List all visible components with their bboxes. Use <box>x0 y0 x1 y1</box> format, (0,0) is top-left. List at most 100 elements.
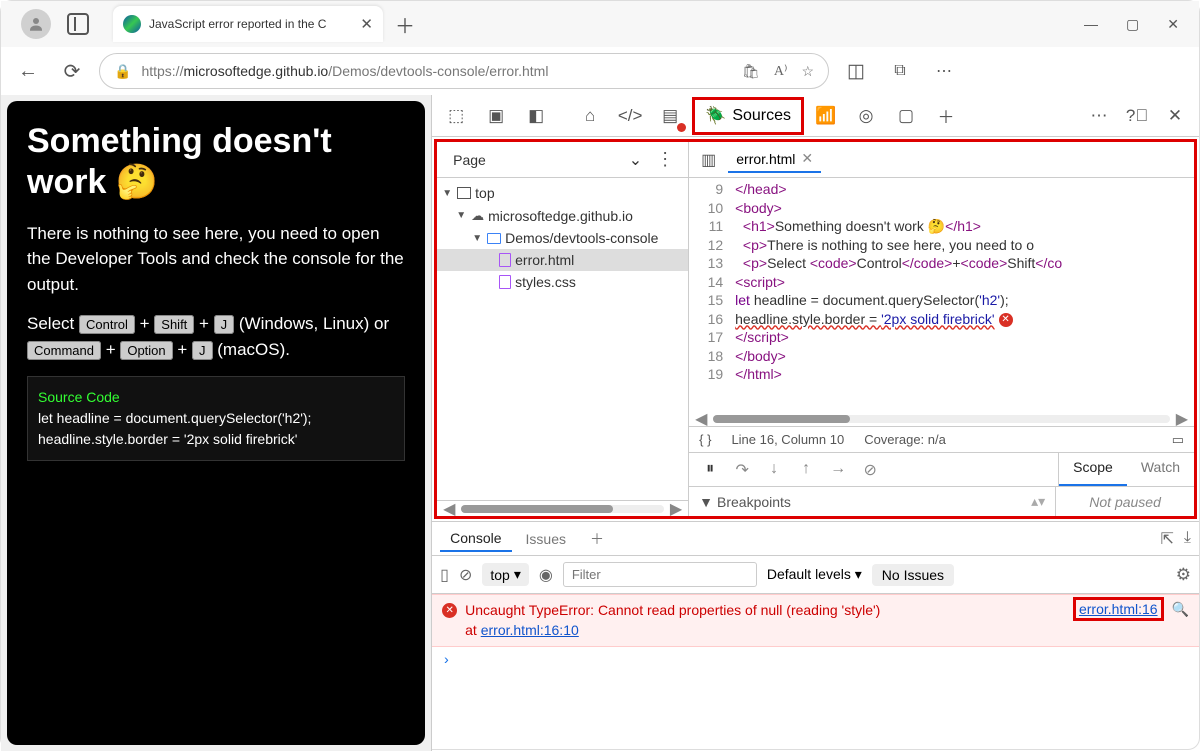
pretty-print-button[interactable]: { } <box>699 432 711 447</box>
navigator-column: Page ⋮ ▼top ▼microsoftedge.github.io ▼De… <box>437 142 689 516</box>
deactivate-breakpoints-button[interactable]: ⊘ <box>857 460 883 480</box>
url-protocol: https:// <box>141 63 183 79</box>
live-expression-icon[interactable]: ◉ <box>539 565 553 585</box>
show-editor-icon[interactable]: ▭ <box>1172 432 1184 448</box>
step-out-button[interactable]: ↑ <box>793 460 819 480</box>
scope-tab[interactable]: Scope <box>1059 453 1127 486</box>
editor-navigate-icon[interactable]: ▥ <box>695 150 722 170</box>
close-devtools-button[interactable]: ✕ <box>1157 98 1193 134</box>
welcome-tab-icon[interactable]: ⌂ <box>572 98 608 134</box>
dock-side-icon[interactable]: ◧ <box>518 98 554 134</box>
console-tab[interactable]: Console <box>440 526 511 552</box>
browser-tab[interactable]: JavaScript error reported in the C ✕ <box>113 6 383 42</box>
search-error-icon[interactable]: 🔍 <box>1172 601 1189 617</box>
sources-tab[interactable]: 🪲 Sources <box>692 97 804 135</box>
log-levels-dropdown[interactable]: Default levels ▾ <box>767 566 862 583</box>
page-dropdown[interactable]: Page <box>445 146 650 174</box>
no-issues-badge[interactable]: No Issues <box>872 564 954 586</box>
kbd-command: Command <box>27 341 101 360</box>
code-lines[interactable]: </head> <body> <h1>Something doesn't wor… <box>731 178 1194 412</box>
network-tab-icon[interactable]: 📶 <box>808 98 844 134</box>
inspect-element-icon[interactable]: ⬚ <box>438 98 474 134</box>
context-selector[interactable]: top ▾ <box>482 563 529 586</box>
console-settings-icon[interactable]: ⚙ <box>1176 565 1191 585</box>
back-button[interactable] <box>11 54 45 88</box>
pause-button[interactable]: ⏸ <box>697 460 723 480</box>
read-aloud-icon[interactable]: A⁾ <box>774 63 788 80</box>
webpage-viewport: Something doesn't work 🤔 There is nothin… <box>1 95 431 751</box>
device-toggle-icon[interactable]: ▣ <box>478 98 514 134</box>
code-label: Source Code <box>38 387 394 408</box>
console-prompt[interactable]: › <box>432 647 1199 675</box>
url-host: microsoftedge.github.io <box>183 63 328 79</box>
editor-column: ▥ error.html ✕ 910111213141516171819 </h… <box>689 142 1194 516</box>
add-drawer-tab-button[interactable]: ＋ <box>580 525 614 553</box>
workspaces-icon[interactable] <box>67 13 89 35</box>
browser-toolbar: 🔒 https://microsoftedge.github.io/Demos/… <box>1 47 1199 95</box>
watch-tab[interactable]: Watch <box>1127 453 1194 486</box>
breakpoints-section[interactable]: ▼ Breakpoints▴▾ <box>689 487 1055 516</box>
step-over-button[interactable]: ↷ <box>729 460 755 480</box>
split-screen-icon[interactable]: ◫ <box>839 54 873 88</box>
address-bar[interactable]: 🔒 https://microsoftedge.github.io/Demos/… <box>99 53 829 89</box>
editor-tab-error-html[interactable]: error.html ✕ <box>728 146 821 173</box>
window-titlebar: JavaScript error reported in the C ✕ ＋ —… <box>1 1 1199 47</box>
step-button[interactable]: → <box>825 460 851 480</box>
page-paragraph-2: Select Control + Shift + J (Windows, Lin… <box>27 311 405 362</box>
step-into-button[interactable]: ↓ <box>761 460 787 480</box>
tree-domain[interactable]: ▼microsoftedge.github.io <box>437 204 688 227</box>
frame-icon <box>457 187 471 199</box>
tree-top-frame[interactable]: ▼top <box>437 182 688 204</box>
performance-tab-icon[interactable]: ◎ <box>848 98 884 134</box>
window-close-button[interactable]: ✕ <box>1167 16 1179 33</box>
collections-icon[interactable]: ⧉ <box>883 54 917 88</box>
refresh-button[interactable] <box>55 54 89 88</box>
tree-file-styles-css[interactable]: styles.css <box>437 271 688 293</box>
expand-drawer-icon[interactable]: ⇱ <box>1161 529 1174 549</box>
code-editor[interactable]: 910111213141516171819 </head> <body> <h1… <box>689 178 1194 412</box>
error-source-link[interactable]: error.html:16 <box>1073 597 1164 621</box>
error-icon: ✕ <box>442 603 457 618</box>
settings-menu-button[interactable]: ⋯ <box>927 54 961 88</box>
clear-console-button[interactable]: ⊘ <box>459 565 472 585</box>
debugger-toolbar: ⏸ ↷ ↓ ↑ → ⊘ Scope Watch <box>689 452 1194 486</box>
more-tools-button[interactable]: ⋯ <box>1081 98 1117 134</box>
edge-favicon-icon <box>123 15 141 33</box>
filter-input[interactable] <box>563 562 757 587</box>
elements-tab-icon[interactable]: </> <box>612 98 648 134</box>
navigator-more-button[interactable]: ⋮ <box>650 149 680 170</box>
more-tabs-button[interactable]: ＋ <box>928 98 964 134</box>
page-heading: Something doesn't work 🤔 <box>27 121 405 203</box>
window-maximize-button[interactable]: ▢ <box>1126 16 1139 33</box>
console-drawer: Console Issues ＋ ⇱ ⤓ ▯ ⊘ top ▾ ◉ Default… <box>432 521 1199 751</box>
tab-close-button[interactable]: ✕ <box>360 15 373 33</box>
tree-folder[interactable]: ▼Demos/devtools-console <box>437 227 688 249</box>
kbd-shift: Shift <box>154 315 194 334</box>
scroll-left-icon[interactable]: ◀ <box>443 499 455 519</box>
line-gutter: 910111213141516171819 <box>689 178 731 412</box>
console-tab-icon[interactable]: ▤ <box>652 98 688 134</box>
help-button[interactable]: ?⃝ <box>1119 98 1155 134</box>
new-tab-button[interactable]: ＋ <box>395 10 415 39</box>
toggle-sidebar-icon[interactable]: ▯ <box>440 565 449 585</box>
kbd-j-2: J <box>192 341 213 360</box>
dock-drawer-icon[interactable]: ⤓ <box>1184 529 1191 549</box>
favorite-icon[interactable]: ☆ <box>801 63 814 80</box>
application-tab-icon[interactable]: ▢ <box>888 98 924 134</box>
bug-icon: 🪲 <box>705 106 726 126</box>
console-messages: ✕ Uncaught TypeError: Cannot read proper… <box>432 594 1199 751</box>
scroll-right-icon[interactable]: ▶ <box>670 499 682 519</box>
site-info-icon[interactable]: 🔒 <box>114 63 131 80</box>
error-marker-icon[interactable]: ✕ <box>999 313 1013 327</box>
tree-file-error-html[interactable]: error.html <box>437 249 688 271</box>
editor-status-bar: { } Line 16, Column 10 Coverage: n/a ▭ <box>689 426 1194 452</box>
document-icon <box>499 253 511 267</box>
file-tree: ▼top ▼microsoftedge.github.io ▼Demos/dev… <box>437 178 688 297</box>
console-error-message[interactable]: ✕ Uncaught TypeError: Cannot read proper… <box>432 594 1199 647</box>
editor-tab-close-button[interactable]: ✕ <box>801 150 813 167</box>
stack-trace-link[interactable]: error.html:16:10 <box>481 622 579 638</box>
profile-avatar[interactable] <box>21 9 51 39</box>
window-minimize-button[interactable]: — <box>1084 16 1098 33</box>
issues-tab[interactable]: Issues <box>516 527 576 551</box>
shopping-icon[interactable]: 🛍 <box>742 63 760 80</box>
